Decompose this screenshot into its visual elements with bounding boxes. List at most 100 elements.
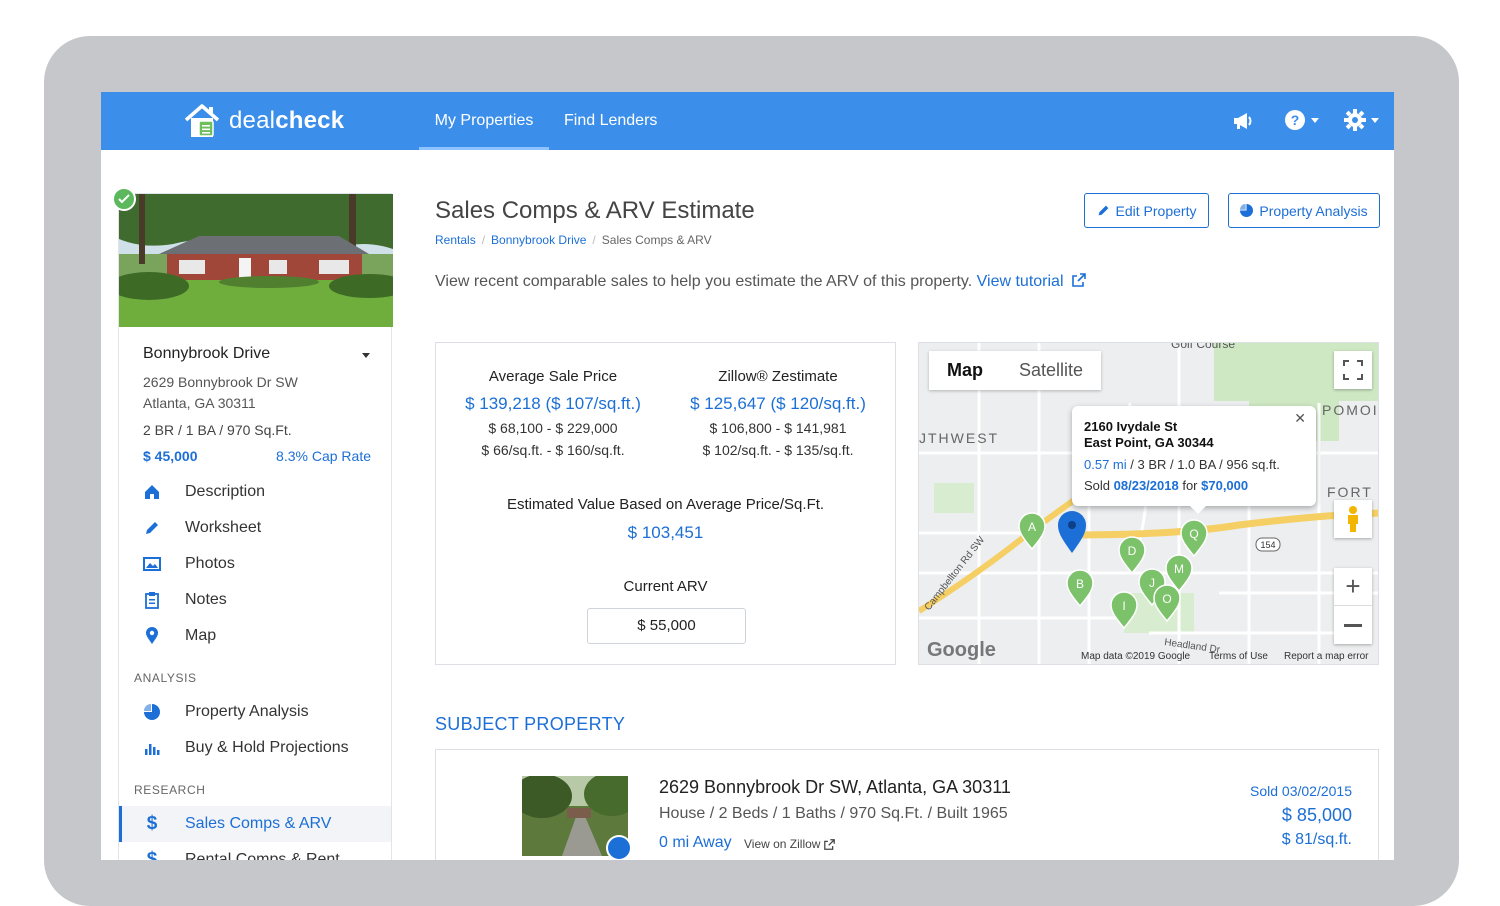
nav-find-lenders[interactable]: Find Lenders — [564, 92, 657, 150]
chevron-down-icon — [1311, 117, 1319, 123]
purchase-price: $ 45,000 — [143, 448, 198, 464]
sidebar-item-sales-comps[interactable]: $ Sales Comps & ARV — [143, 813, 332, 835]
zillow-sqft-range: $ 102/sq.ft. - $ 135/sq.ft. — [702, 442, 854, 458]
map-label-golf: Golf Course — [1171, 343, 1235, 351]
comp-marker-label: I — [1122, 599, 1125, 613]
pencil-icon — [1098, 205, 1108, 216]
property-photo[interactable] — [119, 194, 393, 327]
gear-icon — [1344, 109, 1366, 131]
page-title: Sales Comps & ARV Estimate — [435, 197, 755, 224]
edit-property-button[interactable]: Edit Property — [1084, 193, 1209, 228]
map-type-tabs: Map Satellite — [929, 351, 1102, 390]
photos-icon — [143, 556, 161, 572]
comps-map[interactable]: 154 Golf Course JTHWEST POMOI FORT Campb… — [918, 342, 1379, 665]
info-city: East Point, GA 30344 — [1084, 435, 1214, 450]
current-arv-label: Current ARV — [623, 578, 708, 595]
comp-marker-label: O — [1162, 592, 1171, 606]
comp-marker-label: M — [1174, 562, 1184, 576]
close-icon[interactable]: ✕ — [1294, 410, 1306, 427]
intro-text: View recent comparable sales to help you… — [435, 273, 1086, 291]
google-logo[interactable]: Google — [927, 639, 996, 662]
average-price-range: $ 68,100 - $ 229,000 — [488, 420, 618, 436]
breadcrumb-rentals[interactable]: Rentals — [435, 233, 476, 247]
sidebar-item-label: Worksheet — [185, 519, 262, 536]
map-report-link[interactable]: Report a map error — [1284, 651, 1368, 662]
verified-check-icon — [112, 187, 136, 211]
estimated-value-label: Estimated Value Based on Average Price/S… — [506, 496, 825, 513]
pie-chart-icon — [1240, 204, 1254, 217]
bar-chart-icon — [143, 741, 161, 755]
nav-my-properties[interactable]: My Properties — [419, 92, 549, 150]
dealcheck-logo[interactable]: dealcheck — [183, 103, 344, 139]
subject-sold-date: Sold 03/02/2015 — [1250, 783, 1352, 799]
estimated-value-amount: $ 103,451 — [627, 523, 704, 542]
sidebar-item-label: Map — [185, 627, 217, 644]
svg-text:?: ? — [1291, 112, 1300, 128]
sidebar-item-property-analysis[interactable]: Property Analysis — [143, 701, 309, 723]
address-line-2: Atlanta, GA 30311 — [143, 395, 256, 411]
zillow-label: Zillow® Zestimate — [718, 368, 838, 385]
map-tab-map[interactable]: Map — [929, 351, 1001, 390]
map-tab-satellite[interactable]: Satellite — [1001, 351, 1101, 390]
info-sold: Sold 08/23/2018 for $70,000 — [1084, 478, 1249, 493]
sidebar-item-description[interactable]: Description — [143, 481, 265, 503]
research-heading: RESEARCH — [134, 783, 206, 797]
help-menu[interactable]: ? — [1284, 109, 1319, 131]
subject-property-card: 2629 Bonnybrook Dr SW, Atlanta, GA 30311… — [435, 749, 1379, 860]
top-navbar: dealcheck My Properties Find Lenders ? — [101, 92, 1394, 150]
zillow-zestimate: Zillow® Zestimate $ 125,647 ($ 120/sq.ft… — [663, 368, 893, 458]
comp-marker-label: J — [1149, 576, 1155, 590]
comps-summary-card: Average Sale Price $ 139,218 ($ 107/sq.f… — [435, 342, 896, 665]
view-on-zillow-link[interactable]: View on Zillow — [744, 837, 836, 851]
breadcrumb-property[interactable]: Bonnybrook Drive — [491, 233, 586, 247]
sidebar-item-buy-hold[interactable]: Buy & Hold Projections — [143, 737, 349, 759]
comp-marker-label: A — [1028, 520, 1036, 534]
pencil-icon — [143, 520, 161, 536]
subject-distance: 0 mi Away — [659, 834, 732, 851]
address-line-1: 2629 Bonnybrook Dr SW — [143, 374, 298, 390]
sidebar-item-label: Buy & Hold Projections — [185, 739, 349, 756]
average-sale-price-label: Average Sale Price — [488, 368, 618, 385]
subject-specs: House / 2 Beds / 1 Baths / 970 Sq.Ft. / … — [659, 805, 1008, 822]
zoom-out-icon[interactable] — [1334, 606, 1372, 644]
sidebar-item-rental-comps[interactable]: $ Rental Comps & Rent — [143, 849, 340, 860]
route-shield: 154 — [1260, 540, 1275, 550]
comp-marker-label: B — [1076, 577, 1084, 591]
sidebar-item-label: Property Analysis — [185, 703, 309, 720]
view-tutorial-link[interactable]: View tutorial — [977, 273, 1064, 290]
dollar-icon: $ — [146, 849, 158, 860]
subject-address[interactable]: 2629 Bonnybrook Dr SW, Atlanta, GA 30311 — [659, 777, 1011, 798]
current-arv-input[interactable]: $ 55,000 — [587, 608, 746, 644]
sidebar-item-worksheet[interactable]: Worksheet — [143, 517, 261, 539]
settings-menu[interactable] — [1344, 109, 1379, 131]
property-name[interactable]: Bonnybrook Drive — [143, 345, 270, 363]
average-sqft-range: $ 66/sq.ft. - $ 160/sq.ft. — [481, 442, 625, 458]
house-logo-icon — [184, 104, 220, 137]
subject-pin-icon — [606, 835, 632, 860]
home-icon — [143, 484, 161, 500]
map-info-window[interactable]: ✕ 2160 Ivydale St East Point, GA 30344 0… — [1072, 406, 1316, 514]
sidebar-item-map[interactable]: Map — [143, 625, 216, 647]
sidebar-item-label: Sales Comps & ARV — [185, 815, 332, 832]
zillow-range: $ 106,800 - $ 141,981 — [709, 420, 847, 436]
map-terms-link[interactable]: Terms of Use — [1209, 651, 1268, 662]
chevron-down-icon — [1371, 117, 1379, 123]
analysis-heading: ANALYSIS — [134, 671, 197, 685]
chevron-down-icon[interactable] — [362, 353, 370, 358]
sidebar-item-notes[interactable]: Notes — [143, 589, 227, 611]
app-screen: dealcheck My Properties Find Lenders ? B… — [101, 92, 1394, 860]
breadcrumb: Rentals / Bonnybrook Drive / Sales Comps… — [435, 233, 712, 247]
zoom-in-icon[interactable]: + — [1334, 568, 1372, 606]
sidebar-item-label: Description — [185, 483, 266, 500]
notes-icon — [143, 591, 161, 609]
street-view-icon[interactable] — [1334, 500, 1372, 538]
announcement-icon[interactable] — [1232, 111, 1254, 131]
property-analysis-button[interactable]: Property Analysis — [1228, 193, 1380, 228]
external-link-icon[interactable] — [1072, 273, 1086, 287]
logo-text: dealcheck — [229, 107, 345, 134]
zoom-controls: + — [1334, 568, 1372, 644]
fullscreen-icon[interactable] — [1334, 351, 1372, 389]
sidebar-item-photos[interactable]: Photos — [143, 553, 235, 575]
sidebar-item-label: Rental Comps & Rent — [185, 851, 340, 860]
estimated-value: Estimated Value Based on Average Price/S… — [436, 496, 895, 543]
